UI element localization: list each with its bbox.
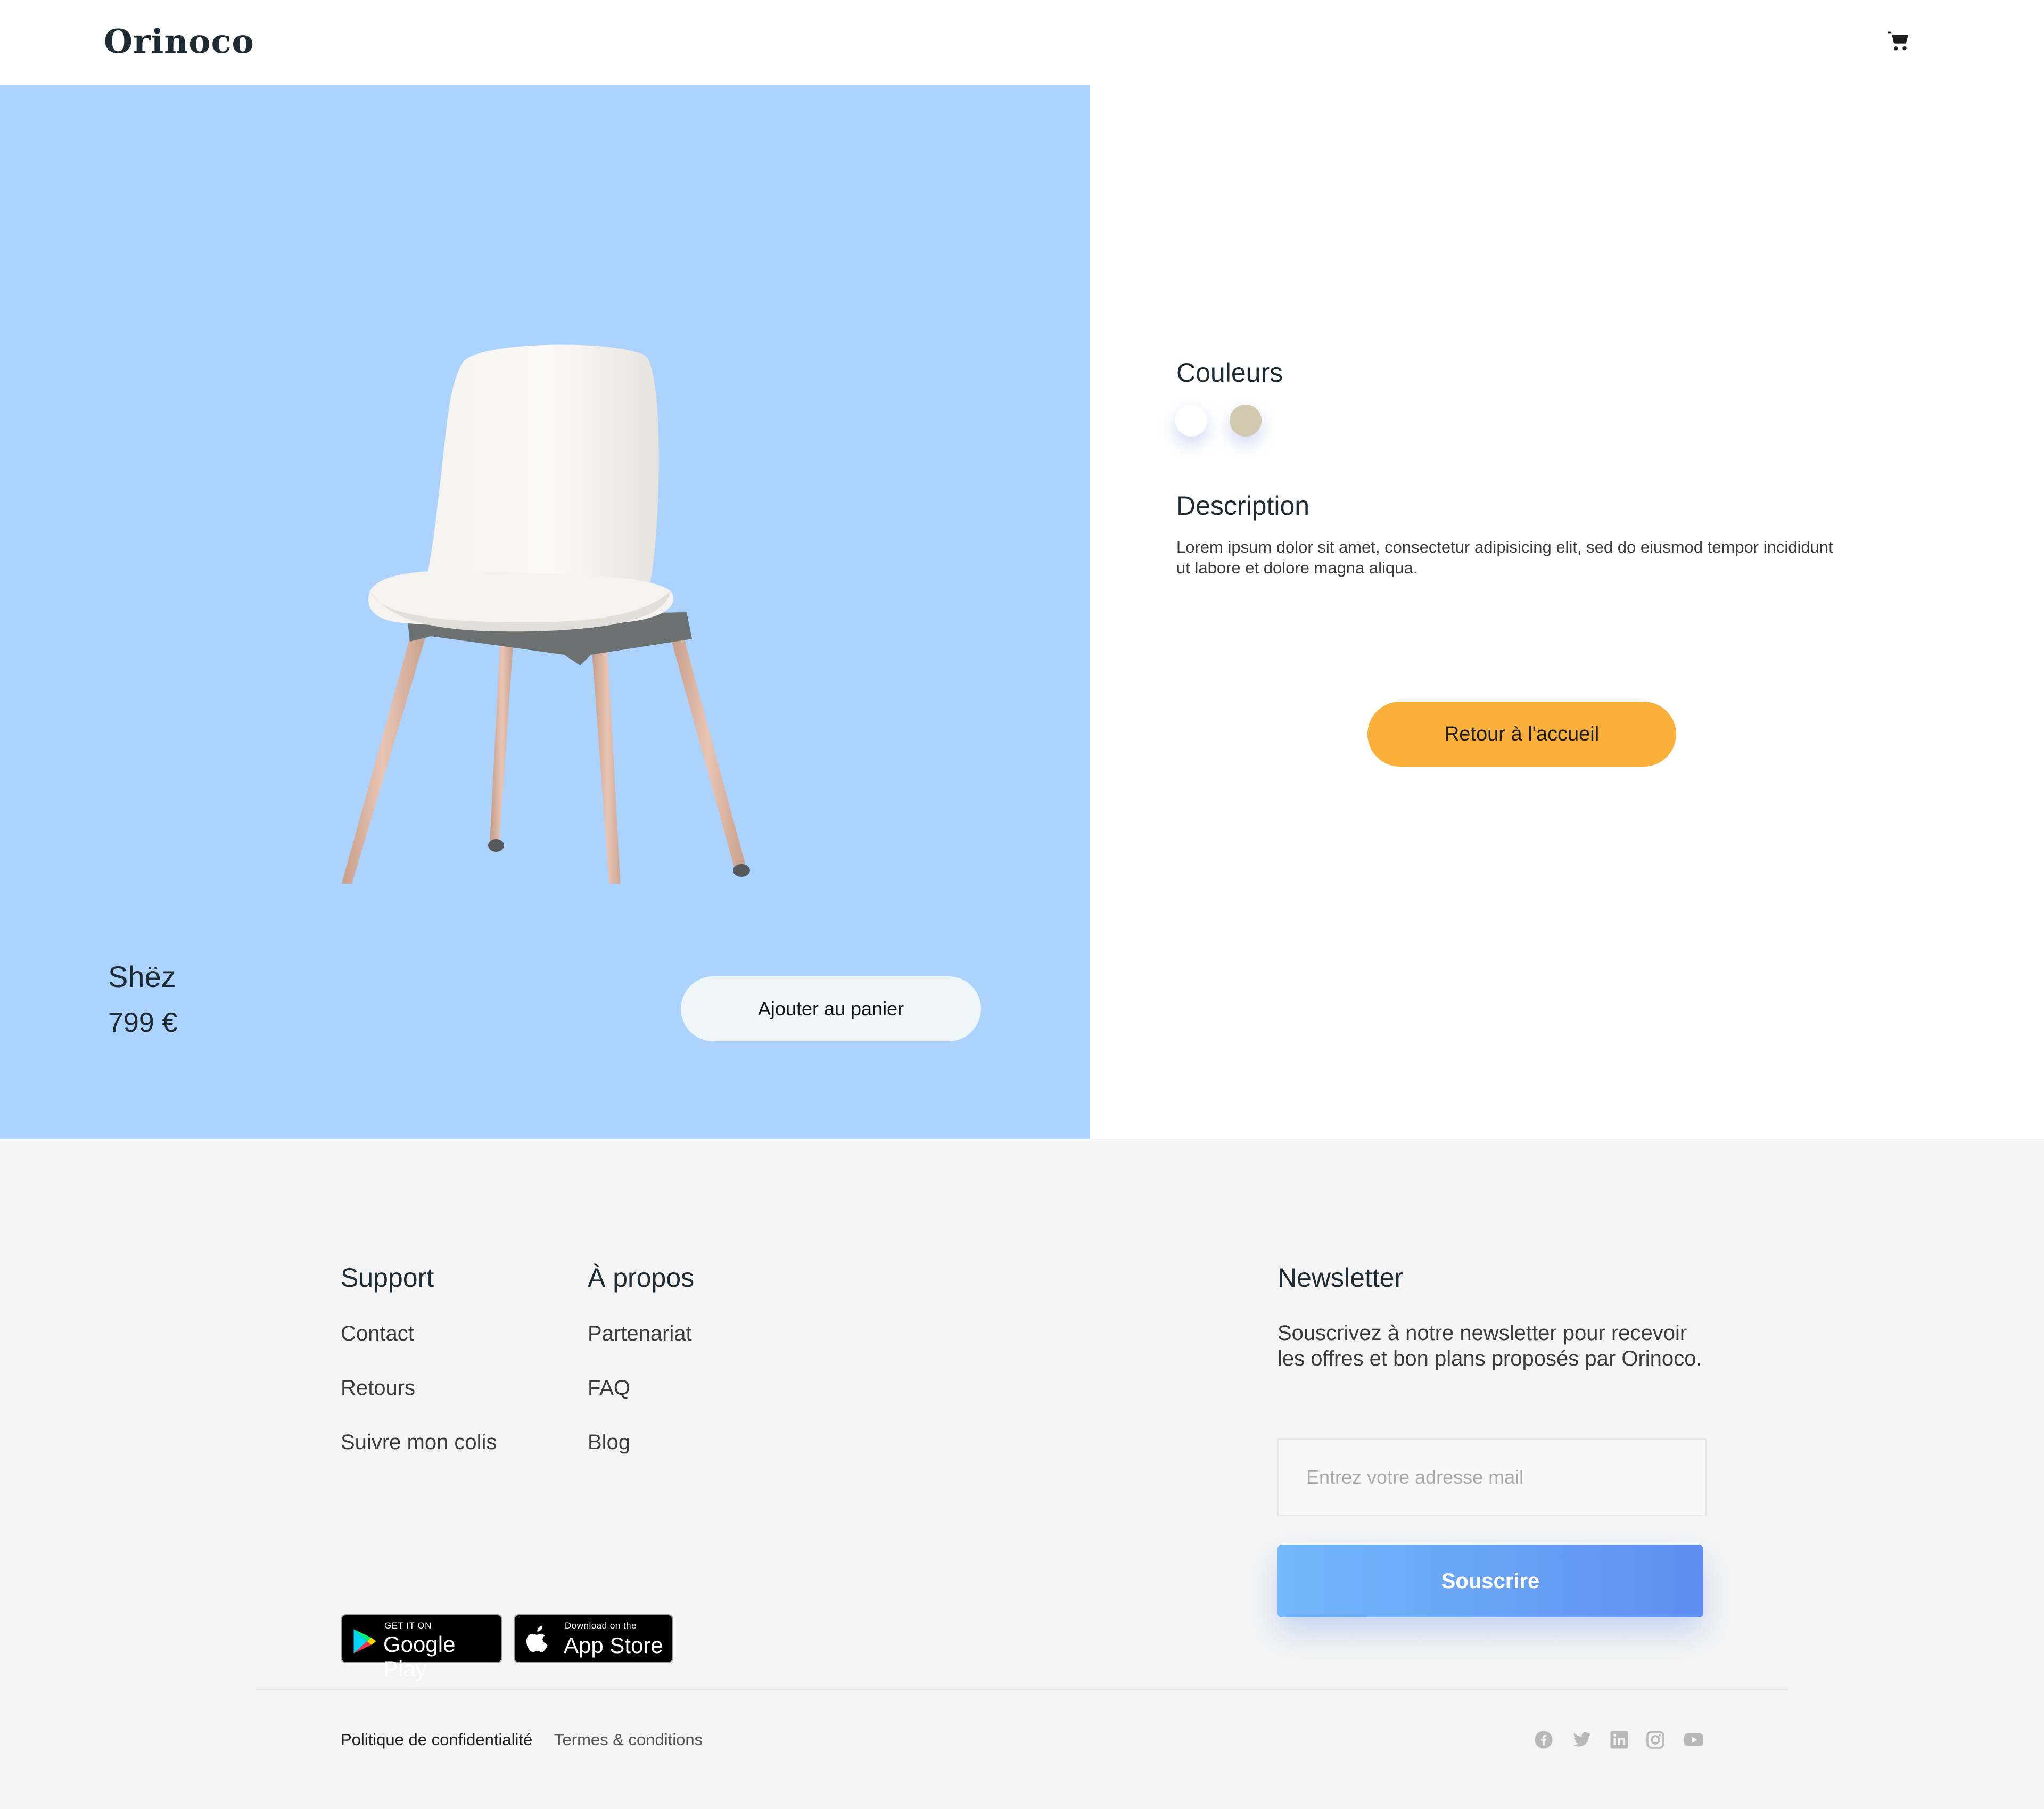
logo[interactable]: Orinoco (104, 19, 254, 64)
apple-badge-small-text: Download on the (565, 1621, 637, 1631)
product-price: 799 € (108, 1007, 178, 1038)
privacy-policy-link[interactable]: Politique de confidentialité (341, 1729, 532, 1750)
terms-conditions-link[interactable]: Termes & conditions (554, 1729, 703, 1750)
shopping-cart-icon[interactable] (1887, 30, 1910, 53)
site-header: Orinoco (0, 0, 2044, 85)
linkedin-icon[interactable] (1610, 1730, 1629, 1749)
product-image-panel: Shëz 799 € Ajouter au panier (0, 85, 1090, 1139)
footer-divider (256, 1689, 1789, 1690)
chair-image (341, 344, 750, 884)
footer-link-contact[interactable]: Contact (341, 1320, 414, 1347)
footer-link-returns[interactable]: Retours (341, 1375, 415, 1401)
description-text: Lorem ipsum dolor sit amet, consectetur … (1176, 538, 1833, 577)
apple-icon (526, 1625, 548, 1652)
newsletter-email-input[interactable] (1278, 1438, 1707, 1516)
colors-title: Couleurs (1176, 358, 1283, 388)
footer-link-track-order[interactable]: Suivre mon colis (341, 1429, 497, 1456)
google-play-icon (353, 1629, 376, 1654)
subscribe-button[interactable]: Souscrire (1278, 1545, 1703, 1617)
site-footer: Support Contact Retours Suivre mon colis… (0, 1139, 2044, 1809)
product-name: Shëz (108, 960, 176, 993)
twitter-icon[interactable] (1572, 1730, 1592, 1749)
apple-badge-big-text: App Store (564, 1633, 663, 1658)
add-to-cart-button[interactable]: Ajouter au panier (681, 976, 981, 1041)
newsletter-text: Souscrivez à notre newsletter pour recev… (1278, 1321, 1702, 1370)
newsletter-title: Newsletter (1278, 1263, 1404, 1293)
youtube-icon[interactable] (1683, 1730, 1704, 1749)
footer-about-title: À propos (588, 1263, 695, 1293)
back-to-home-button[interactable]: Retour à l'accueil (1367, 702, 1676, 767)
google-play-badge[interactable]: GET IT ON Google Play (341, 1614, 502, 1681)
color-swatch-white[interactable] (1175, 405, 1207, 437)
footer-link-faq[interactable]: FAQ (588, 1375, 630, 1401)
google-badge-small-text: GET IT ON (384, 1621, 432, 1631)
footer-link-partnership[interactable]: Partenariat (588, 1320, 692, 1347)
google-badge-big-text: Google Play (383, 1632, 456, 1681)
facebook-icon[interactable] (1534, 1730, 1553, 1749)
app-store-badge[interactable]: Download on the App Store (514, 1614, 673, 1663)
footer-support-title: Support (341, 1263, 434, 1293)
footer-link-blog[interactable]: Blog (588, 1429, 630, 1456)
description-title: Description (1176, 491, 1310, 521)
color-swatch-beige[interactable] (1230, 405, 1262, 437)
instagram-icon[interactable] (1646, 1730, 1665, 1749)
